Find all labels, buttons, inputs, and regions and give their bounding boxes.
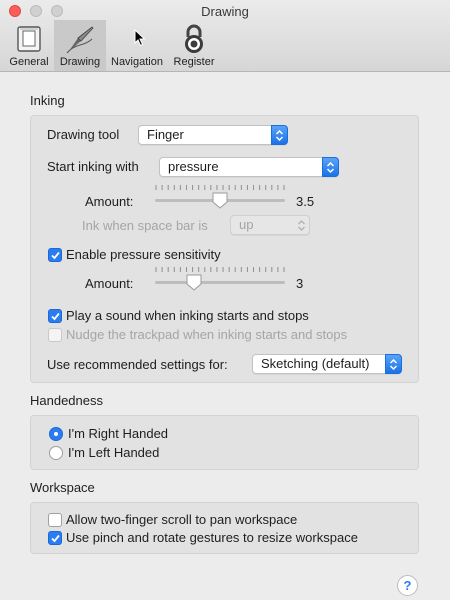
slider-knob[interactable] — [186, 274, 202, 291]
enable-pressure-checkbox[interactable] — [48, 248, 62, 262]
pinch-rotate-label: Use pinch and rotate gestures to resize … — [66, 530, 358, 545]
space-bar-popup[interactable]: up — [230, 215, 310, 235]
start-inking-popup[interactable]: pressure — [159, 157, 339, 177]
slider-ticks — [155, 267, 285, 272]
slider-knob[interactable] — [212, 192, 228, 209]
toolbar-item-label: Drawing — [59, 56, 101, 68]
recommended-settings-value: Sketching (default) — [261, 356, 370, 371]
start-inking-label: Start inking with — [47, 159, 139, 174]
preferences-window: Drawing General Drawing Navigation Regis… — [0, 0, 450, 600]
checkmark-icon — [51, 251, 60, 260]
nudge-trackpad-checkbox[interactable] — [48, 328, 62, 342]
pen-tool-icon — [64, 23, 96, 55]
slider-ticks — [155, 185, 285, 190]
toolbar-item-label: Navigation — [111, 56, 163, 68]
enable-pressure-label: Enable pressure sensitivity — [66, 247, 221, 262]
space-bar-value: up — [239, 217, 254, 232]
checkmark-icon — [51, 312, 60, 321]
amount-slider[interactable] — [155, 185, 285, 211]
toolbar-item-label: General — [9, 56, 49, 68]
general-panel-icon — [13, 23, 45, 55]
amount-value: 3.5 — [296, 194, 315, 209]
toolbar-item-drawing[interactable]: Drawing — [54, 20, 106, 71]
padlock-icon — [178, 23, 210, 55]
handedness-group — [30, 415, 419, 470]
left-handed-radio[interactable] — [49, 446, 63, 460]
drawing-tool-label: Drawing tool — [47, 127, 120, 142]
popup-arrows-icon — [385, 354, 402, 374]
play-sound-checkbox[interactable] — [48, 309, 62, 323]
amount-label: Amount: — [85, 194, 134, 209]
title-bar: Drawing General Drawing Navigation Regis… — [0, 0, 450, 72]
two-finger-scroll-label: Allow two-finger scroll to pan workspace — [66, 512, 298, 527]
left-handed-label: I'm Left Handed — [68, 445, 160, 460]
section-title-workspace: Workspace — [30, 480, 95, 495]
toolbar-item-general[interactable]: General — [4, 20, 54, 71]
start-inking-value: pressure — [168, 159, 219, 174]
recommended-settings-popup[interactable]: Sketching (default) — [252, 354, 402, 374]
pinch-rotate-checkbox[interactable] — [48, 531, 62, 545]
pressure-amount-value: 3 — [296, 276, 304, 291]
drawing-tool-value: Finger — [147, 127, 184, 142]
right-handed-label: I'm Right Handed — [68, 426, 169, 441]
popup-arrows-icon — [271, 125, 288, 145]
pressure-amount-slider[interactable] — [155, 267, 285, 293]
toolbar-item-label: Register — [173, 56, 215, 68]
checkmark-icon — [51, 534, 60, 543]
section-title-inking: Inking — [30, 93, 65, 108]
popup-arrows-icon — [322, 157, 339, 177]
two-finger-scroll-checkbox[interactable] — [48, 513, 62, 527]
drawing-tool-popup[interactable]: Finger — [138, 125, 288, 145]
help-button[interactable]: ? — [397, 575, 418, 596]
popup-arrows-icon — [293, 215, 310, 235]
mouse-pointer-icon — [134, 28, 146, 50]
recommended-settings-label: Use recommended settings for: — [47, 357, 228, 372]
play-sound-label: Play a sound when inking starts and stop… — [66, 308, 309, 323]
nudge-trackpad-label: Nudge the trackpad when inking starts an… — [66, 327, 348, 342]
space-bar-label: Ink when space bar is — [82, 218, 208, 233]
workspace-group — [30, 502, 419, 554]
window-title: Drawing — [201, 4, 249, 19]
pressure-amount-label: Amount: — [85, 276, 134, 291]
preferences-toolbar: General Drawing Navigation Register — [4, 20, 220, 72]
toolbar-item-register[interactable]: Register — [168, 20, 220, 71]
slider-track — [155, 281, 285, 284]
section-title-handedness: Handedness — [30, 393, 103, 408]
right-handed-radio[interactable] — [49, 427, 63, 441]
